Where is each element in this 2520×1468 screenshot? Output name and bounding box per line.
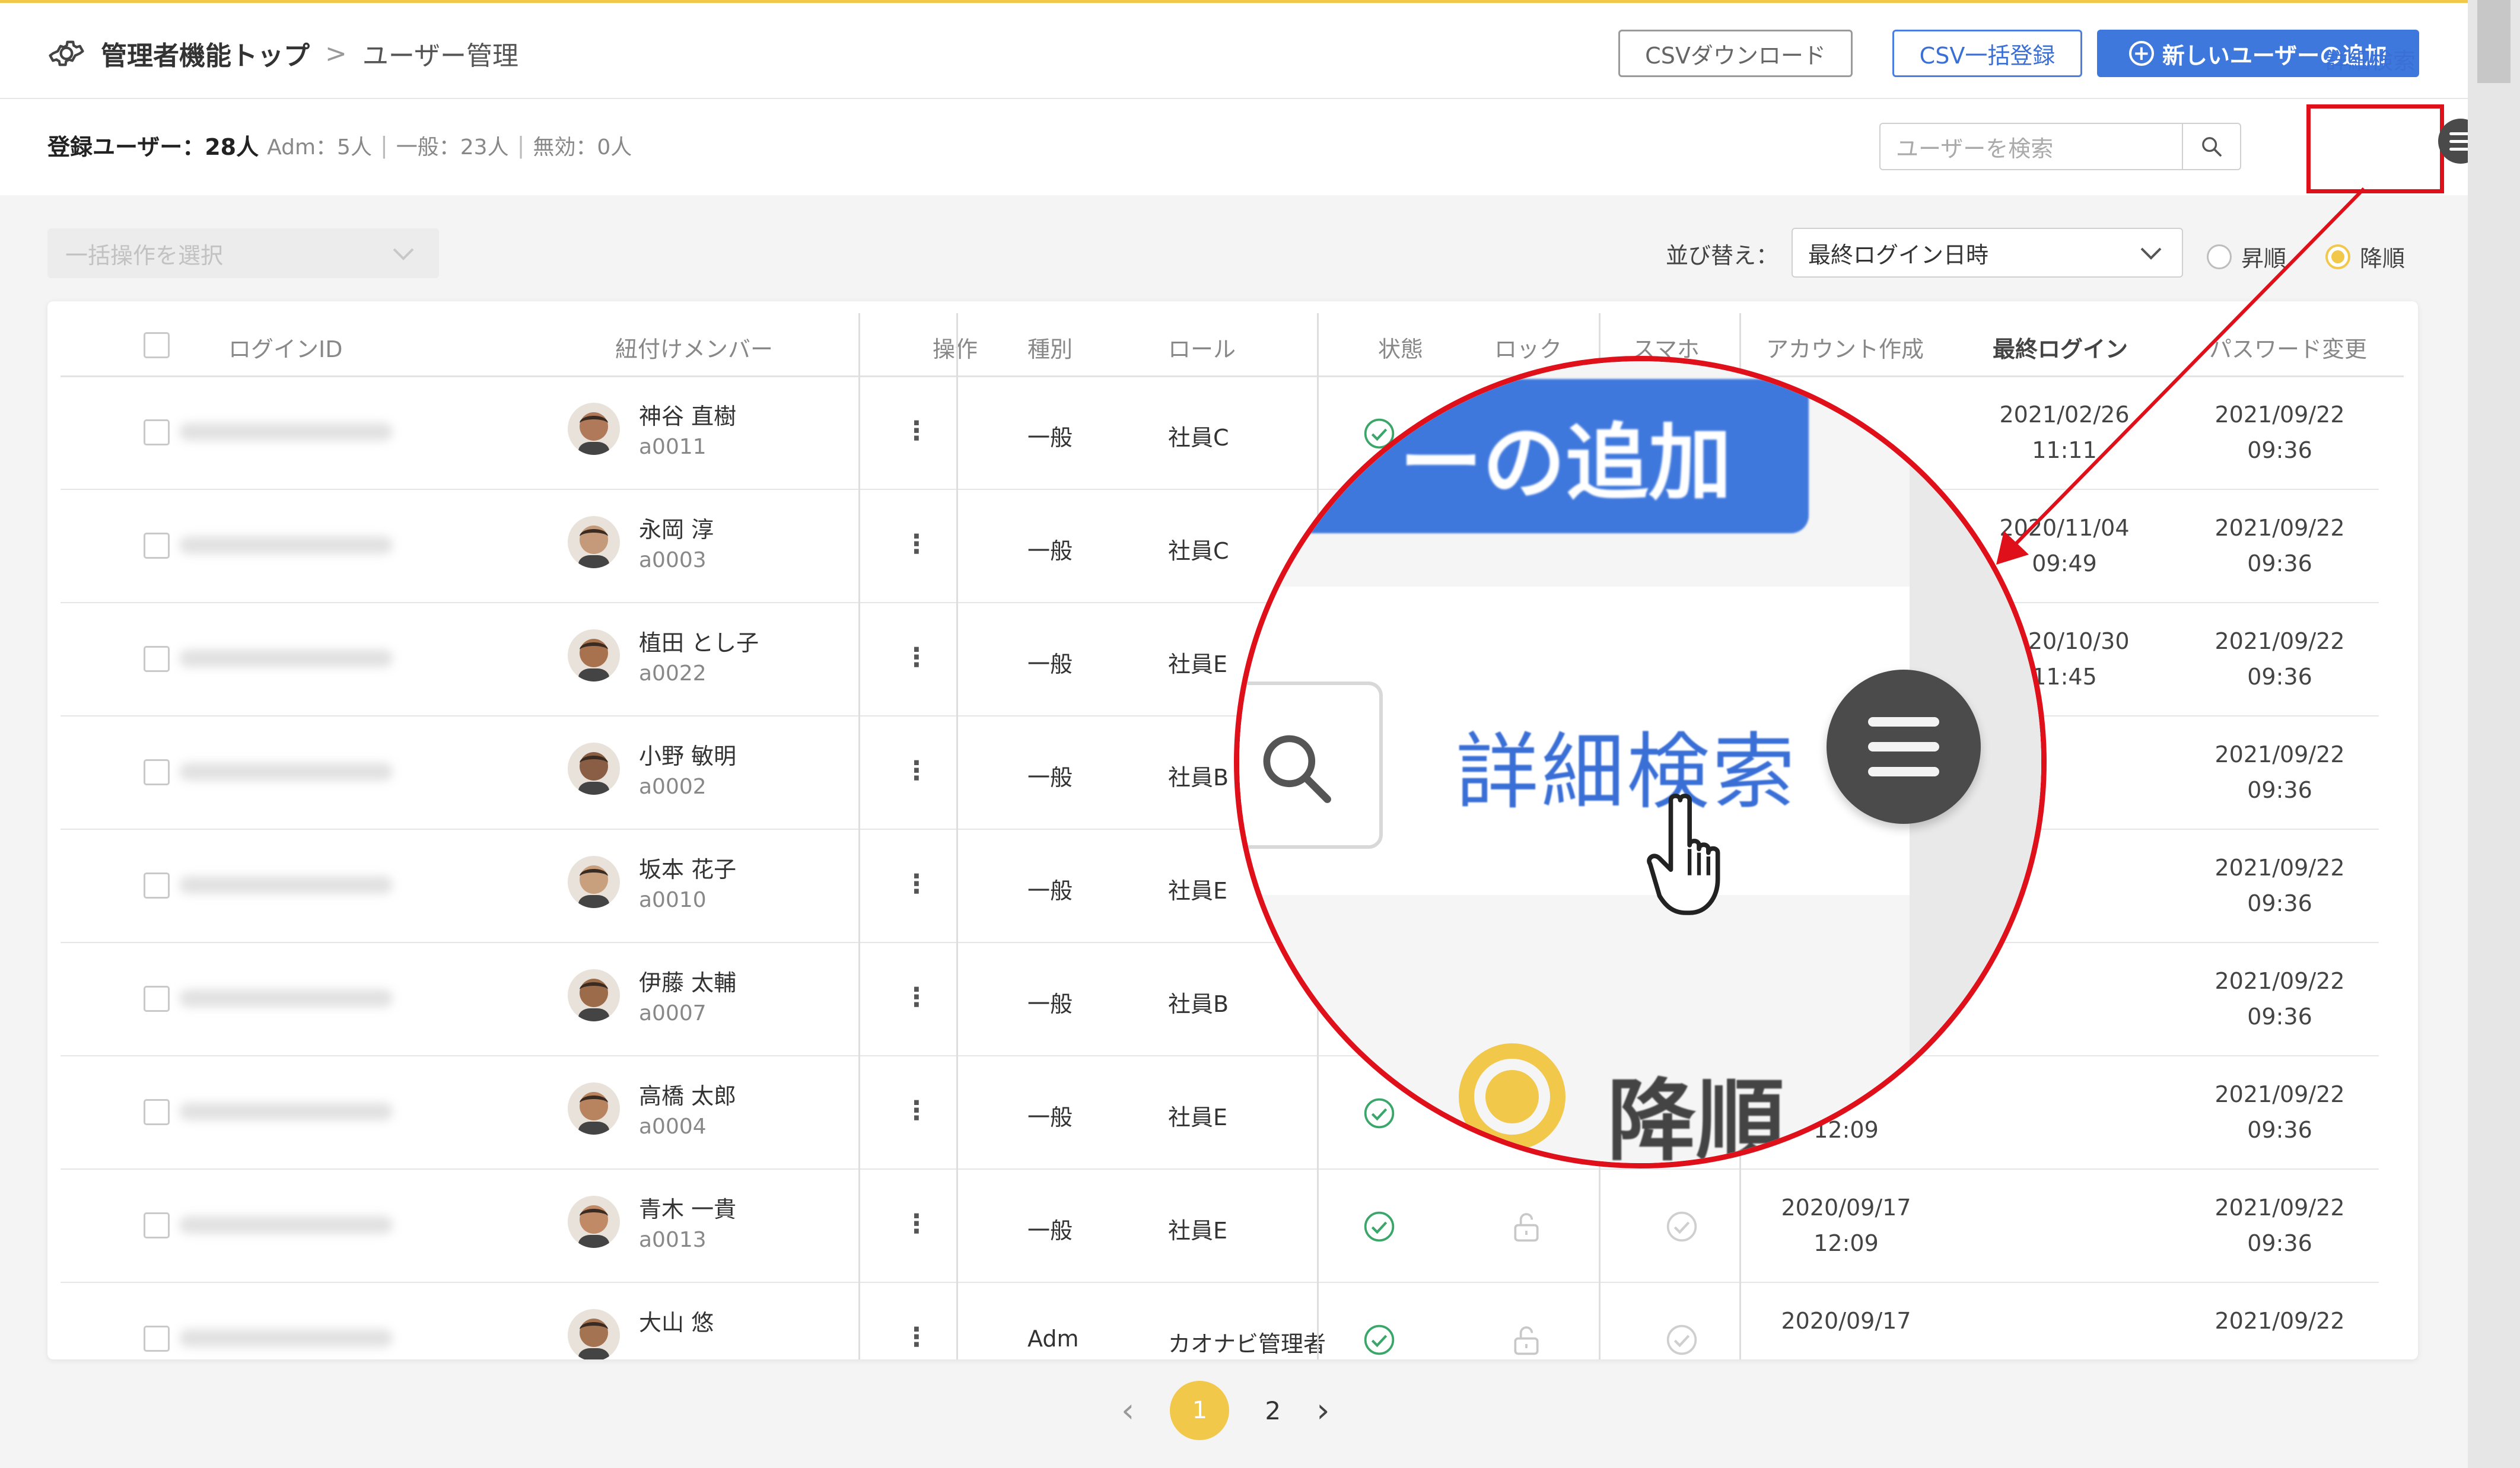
callout-arrow — [1996, 187, 2366, 565]
